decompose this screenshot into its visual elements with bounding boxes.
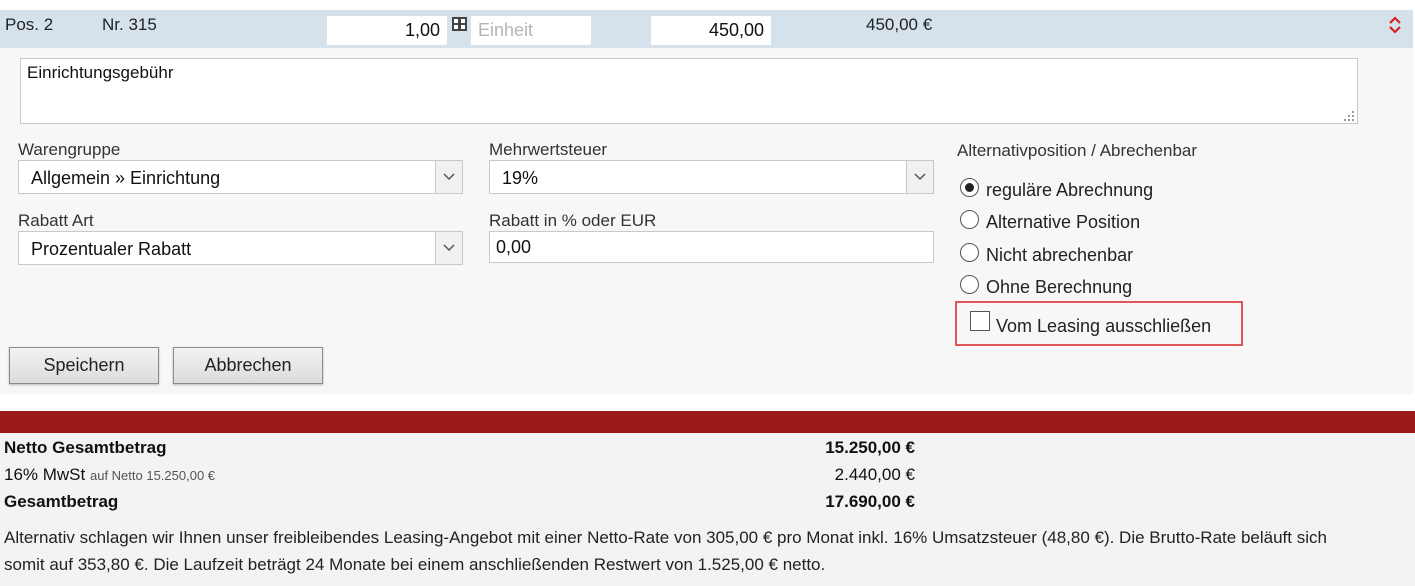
radio-label: Alternative Position (986, 212, 1141, 232)
chevron-down-icon (443, 173, 455, 181)
radio-label: Nicht abrechenbar (986, 245, 1134, 265)
save-button[interactable]: Speichern (9, 347, 159, 384)
radio-button[interactable] (960, 178, 979, 197)
radio-button[interactable] (960, 243, 979, 262)
warengruppe-dropdown-button[interactable] (435, 161, 462, 193)
radio-label: reguläre Abrechnung (986, 180, 1154, 200)
rabatt-art-select[interactable]: Prozentualer Rabatt (18, 231, 463, 265)
unit-input[interactable] (471, 16, 591, 45)
gesamt-label: Gesamtbetrag (4, 492, 119, 511)
chevron-down-icon (914, 173, 926, 181)
netto-value: 15.250,00 € (825, 438, 915, 457)
gesamt-value: 17.690,00 € (825, 492, 915, 511)
warengruppe-value: Allgemein » Einrichtung (31, 168, 221, 188)
sort-arrows-icon[interactable] (1388, 16, 1402, 34)
mwst-total-value: 2.440,00 € (834, 465, 915, 484)
radio-label: Ohne Berechnung (986, 277, 1133, 297)
position-number: Pos. 2 (5, 15, 54, 34)
rabatt-art-value: Prozentualer Rabatt (31, 239, 192, 259)
resize-grip-icon[interactable] (1343, 110, 1355, 122)
radio-button[interactable] (960, 210, 979, 229)
mwst-dropdown-button[interactable] (906, 161, 933, 193)
totals-divider-bar (0, 411, 1415, 433)
chevron-down-icon (443, 244, 455, 252)
mwst-total-label: 16% MwSt auf Netto 15.250,00 € (4, 465, 215, 485)
leasing-note-line-2: somit auf 353,80 €. Die Laufzeit beträgt… (4, 555, 826, 574)
description-textarea[interactable]: Einrichtungsgebühr (20, 58, 1358, 124)
rabatt-value-input[interactable] (489, 231, 934, 263)
unit-price-input[interactable] (651, 16, 771, 45)
unit-picker-icon[interactable] (452, 17, 467, 31)
leasing-exclude-checkbox[interactable] (970, 311, 990, 331)
mwst-value: 19% (502, 168, 539, 188)
position-total: 450,00 € (866, 15, 933, 34)
leasing-exclude-label: Vom Leasing ausschließen (996, 316, 1212, 336)
rabatt-art-label: Rabatt Art (18, 211, 94, 230)
mwst-label: Mehrwertsteuer (489, 140, 608, 159)
leasing-note-line-1: Alternativ schlagen wir Ihnen unser frei… (4, 528, 1327, 547)
mwst-select[interactable]: 19% (489, 160, 934, 194)
cancel-button[interactable]: Abbrechen (173, 347, 323, 384)
mwst-rate-label: 16% MwSt (4, 465, 86, 484)
rabatt-value-label: Rabatt in % oder EUR (489, 211, 657, 230)
mwst-basis-label: auf Netto 15.250,00 € (89, 468, 216, 483)
warengruppe-select[interactable]: Allgemein » Einrichtung (18, 160, 463, 194)
rabatt-art-dropdown-button[interactable] (435, 232, 462, 264)
article-number: Nr. 315 (102, 15, 157, 34)
alternativposition-label: Alternativposition / Abrechenbar (957, 141, 1198, 160)
warengruppe-label: Warengruppe (18, 140, 121, 159)
quantity-input[interactable] (327, 16, 447, 45)
radio-button[interactable] (960, 275, 979, 294)
leasing-offer-note: Alternativ schlagen wir Ihnen unser frei… (4, 524, 1414, 578)
netto-label: Netto Gesamtbetrag (4, 438, 167, 457)
